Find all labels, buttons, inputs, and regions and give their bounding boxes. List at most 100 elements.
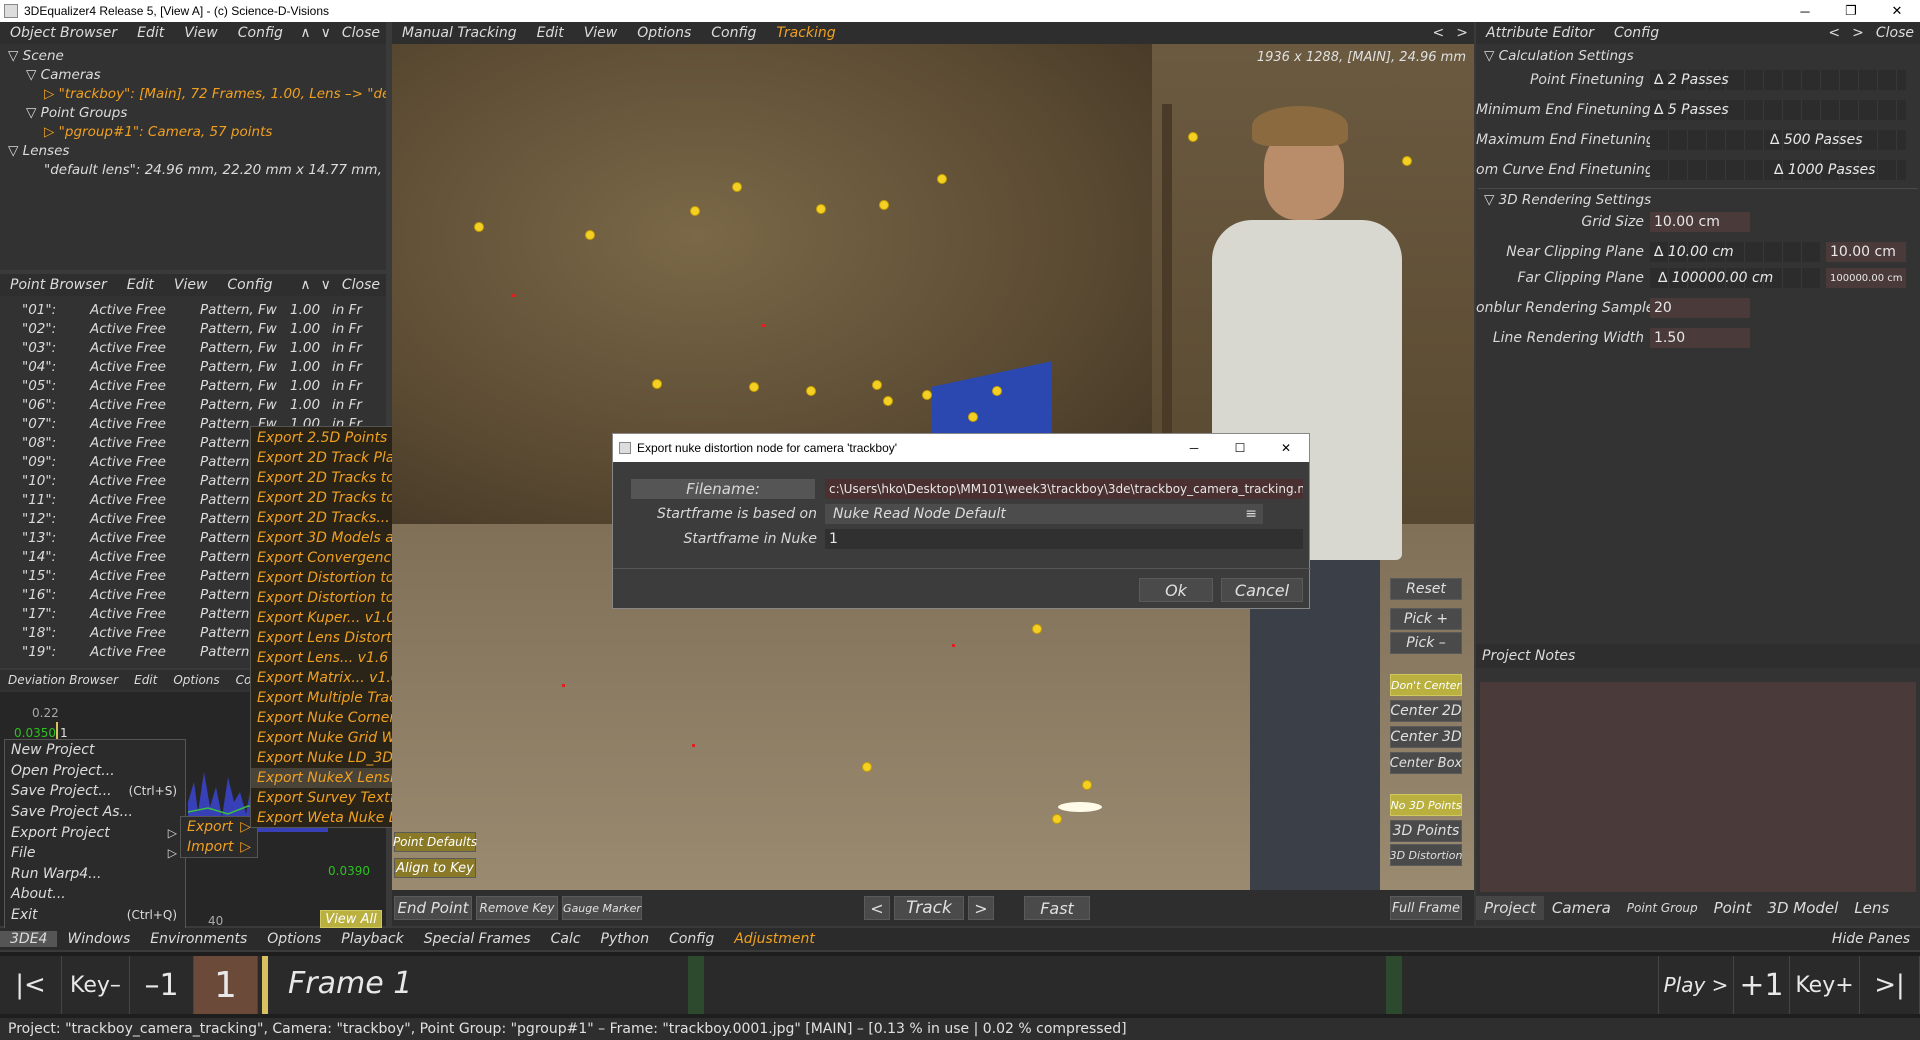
menu-windows[interactable]: Windows <box>57 931 140 947</box>
startframe-select[interactable]: Nuke Read Node Default ≡ <box>825 504 1263 524</box>
reset-button[interactable]: Reset <box>1390 578 1462 600</box>
point-row[interactable]: "05": Active Free Pattern, Fw 1.00 in Fr <box>0 376 386 395</box>
file-menu-item[interactable]: About... <box>5 884 185 905</box>
track-button[interactable]: Track <box>894 896 964 920</box>
center-2d-button[interactable]: Center 2D <box>1390 700 1462 722</box>
pick-plus-button[interactable]: Pick + <box>1390 608 1462 630</box>
track-point-marker[interactable] <box>690 206 700 216</box>
tree-item[interactable]: ▽ Cameras <box>0 65 386 84</box>
menu-point-browser[interactable]: Point Browser <box>0 277 117 293</box>
menu-special-frames[interactable]: Special Frames <box>414 931 541 947</box>
track-point-marker[interactable] <box>1082 780 1092 790</box>
tree-item[interactable]: ▽ Lenses <box>0 141 386 160</box>
menu-python[interactable]: Python <box>591 931 660 947</box>
file-menu-item[interactable]: File ▷ <box>5 843 185 864</box>
menu-deviation-browser[interactable]: Deviation Browser <box>0 673 126 687</box>
menu-environments[interactable]: Environments <box>140 931 257 947</box>
menu-tracking[interactable]: Tracking <box>766 25 845 41</box>
track-point-marker[interactable] <box>1052 814 1062 824</box>
far-clip-input[interactable]: 100000.00 cm <box>1826 268 1906 288</box>
dont-center-button[interactable]: Don't Center <box>1390 674 1462 696</box>
file-menu-item[interactable]: Save Project As... <box>5 802 185 823</box>
menu-manual-tracking[interactable]: Manual Tracking <box>392 25 527 41</box>
point-defaults-button[interactable]: Point Defaults <box>393 832 477 852</box>
track-point-marker[interactable] <box>816 204 826 214</box>
tree-item[interactable]: "default lens": 24.96 mm, 22.20 mm x 14.… <box>0 160 386 179</box>
key-prev-button[interactable]: Key– <box>62 956 130 1014</box>
menu-options[interactable]: Options <box>627 25 701 41</box>
filename-input[interactable]: c:\Users\hko\Desktop\MM101\week3\trackbo… <box>825 479 1303 499</box>
file-menu-item[interactable]: New Project <box>5 740 185 761</box>
fast-button[interactable]: Fast <box>1024 896 1090 920</box>
point-row[interactable]: "04": Active Free Pattern, Fw 1.00 in Fr <box>0 357 386 376</box>
track-point-marker[interactable] <box>652 379 662 389</box>
menu-edit[interactable]: Edit <box>527 25 574 41</box>
track-point-marker[interactable] <box>806 386 816 396</box>
close-panel-button[interactable]: Close <box>336 25 386 41</box>
end-point-button[interactable]: End Point <box>394 896 472 920</box>
menu-config[interactable]: Config <box>701 25 766 41</box>
project-notes-textarea[interactable] <box>1480 682 1916 892</box>
point-row[interactable]: "01": Active Free Pattern, Fw 1.00 in Fr <box>0 300 386 319</box>
center-3d-button[interactable]: Center 3D <box>1390 726 1462 748</box>
timeline-scrubber[interactable]: Frame 1 <box>258 956 1658 1014</box>
menu-attribute-editor[interactable]: Attribute Editor <box>1476 25 1604 41</box>
tree-item[interactable]: ▷ "pgroup#1": Camera, 57 points <box>0 122 386 141</box>
track-point-marker[interactable] <box>968 412 978 422</box>
first-frame-button[interactable]: |< <box>0 956 62 1014</box>
tree-item[interactable]: ▽ Point Groups <box>0 103 386 122</box>
ae-next-button[interactable]: > <box>1846 25 1870 41</box>
render-settings-header[interactable]: ▽ 3D Rendering Settings <box>1484 190 1651 209</box>
menu-config[interactable]: Config <box>228 25 293 41</box>
point-row[interactable]: "02": Active Free Pattern, Fw 1.00 in Fr <box>0 319 386 338</box>
scroll-down-button[interactable]: ∨ <box>316 277 336 293</box>
align-to-key-button[interactable]: Align to Key <box>394 858 476 878</box>
menu-adjustment[interactable]: Adjustment <box>724 931 825 947</box>
track-point-marker[interactable] <box>879 200 889 210</box>
submenu-export[interactable]: Export ▷ <box>181 817 257 837</box>
tab-camera[interactable]: Camera <box>1544 899 1619 917</box>
track-backward-button[interactable]: < <box>864 896 890 920</box>
close-window-button[interactable]: ✕ <box>1874 0 1920 22</box>
file-menu-item[interactable]: Save Project... (Ctrl+S) <box>5 781 185 802</box>
near-clip-input[interactable]: 10.00 cm <box>1826 242 1906 262</box>
no-3d-points-button[interactable]: No 3D Points <box>1390 794 1462 816</box>
track-point-marker[interactable] <box>922 390 932 400</box>
dialog-maximize-button[interactable]: ☐ <box>1217 441 1263 455</box>
scroll-up-button[interactable]: ∧ <box>295 277 315 293</box>
menu-view[interactable]: View <box>174 25 228 41</box>
near-clip-slider[interactable]: ∆ 10.00 cm <box>1650 242 1820 262</box>
view-all-button[interactable]: View All <box>320 910 382 928</box>
track-point-marker[interactable] <box>585 230 595 240</box>
minus-one-button[interactable]: –1 <box>130 956 194 1014</box>
tab-project[interactable]: Project <box>1476 896 1544 920</box>
menu-options[interactable]: Options <box>165 673 227 687</box>
cancel-button[interactable]: Cancel <box>1221 578 1303 602</box>
motionblur-input[interactable]: 20 <box>1650 298 1750 318</box>
calc-settings-header[interactable]: ▽ Calculation Settings <box>1484 46 1634 65</box>
menu-edit[interactable]: Edit <box>127 25 174 41</box>
tree-item[interactable]: ▷ "trackboy": [Main], 72 Frames, 1.00, L… <box>0 84 386 103</box>
track-point-marker[interactable] <box>992 386 1002 396</box>
track-point-marker[interactable] <box>474 222 484 232</box>
viewport-next-button[interactable]: > <box>1450 25 1474 41</box>
center-box-button[interactable]: Center Box <box>1390 752 1462 774</box>
tab-3d-model[interactable]: 3D Model <box>1759 899 1846 917</box>
track-point-marker[interactable] <box>749 382 759 392</box>
minimize-button[interactable]: ─ <box>1782 0 1828 22</box>
track-point-marker[interactable] <box>732 182 742 192</box>
menu-edit[interactable]: Edit <box>117 277 164 293</box>
current-frame-field[interactable]: 1 <box>194 956 258 1014</box>
scroll-down-button[interactable]: ∨ <box>316 25 336 41</box>
calc-setting-slider[interactable]: ∆ 2 Passes <box>1650 70 1906 90</box>
menu-options[interactable]: Options <box>257 931 331 947</box>
menu-config[interactable]: Config <box>1604 25 1669 41</box>
startframe-nuke-input[interactable]: 1 <box>825 529 1303 549</box>
menu-calc[interactable]: Calc <box>541 931 591 947</box>
maximize-button[interactable]: ❐ <box>1828 0 1874 22</box>
full-frame-button[interactable]: Full Frame <box>1390 896 1462 920</box>
track-point-marker[interactable] <box>1402 156 1412 166</box>
menu-edit[interactable]: Edit <box>126 673 165 687</box>
key-next-button[interactable]: Key+ <box>1790 956 1860 1014</box>
dialog-minimize-button[interactable]: ─ <box>1171 441 1217 455</box>
